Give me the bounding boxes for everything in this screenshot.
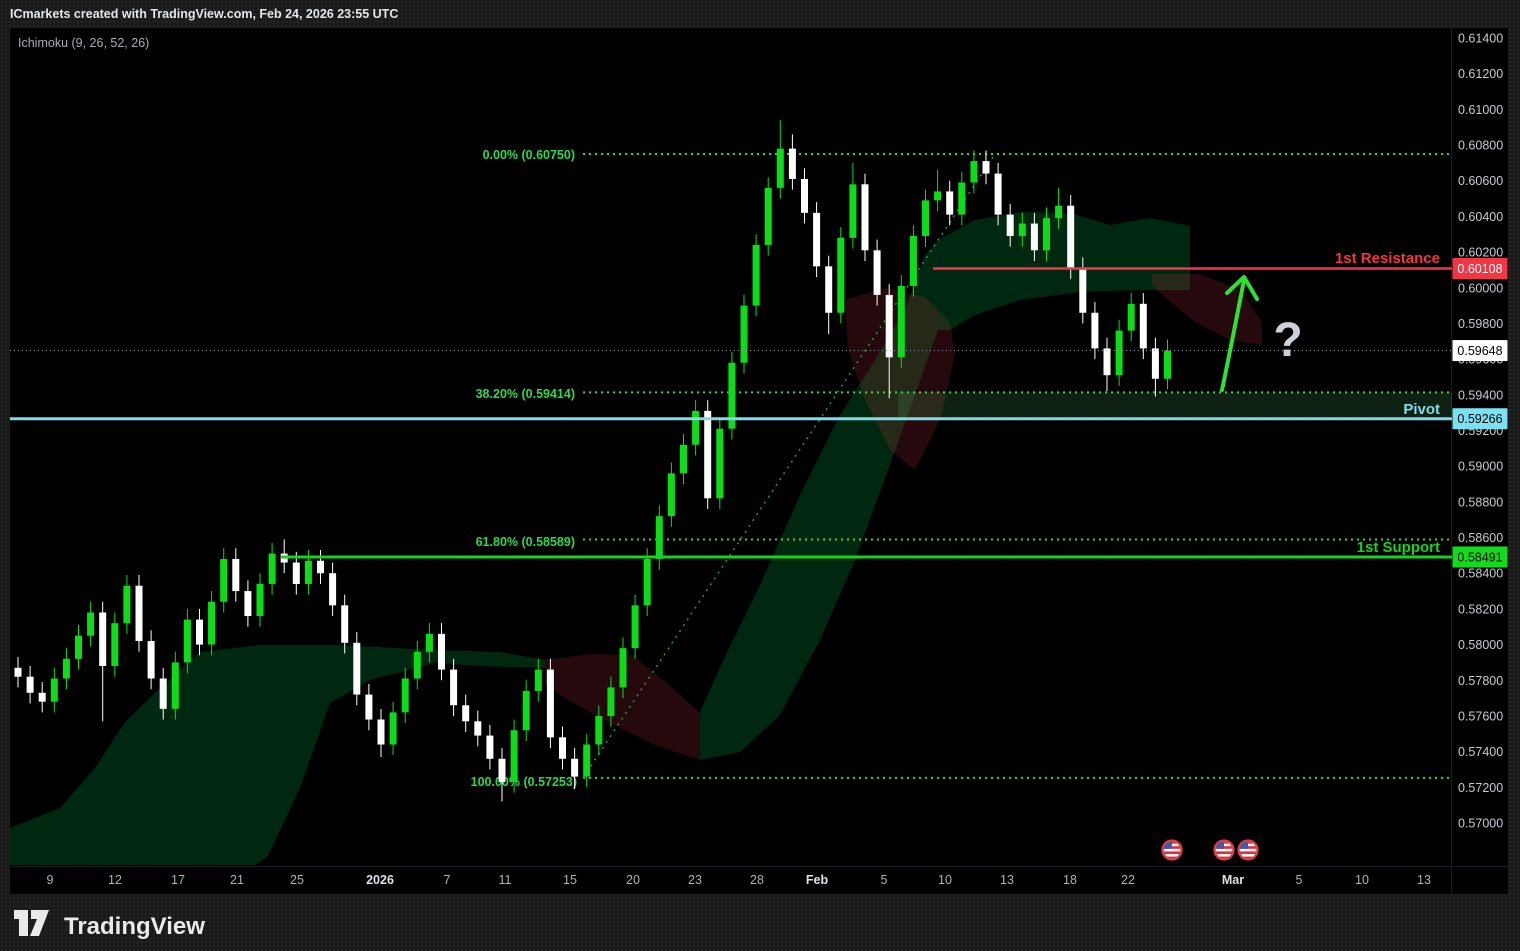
y-tick: 0.60200 (1458, 246, 1503, 260)
x-tick: 28 (750, 873, 764, 887)
tradingview-chart: ICmarkets created with TradingView.com, … (0, 0, 1520, 951)
logo-mark-1 (14, 910, 28, 936)
y-tick: 0.60600 (1458, 174, 1503, 188)
y-tick: 0.58600 (1458, 531, 1503, 545)
y-tick: 0.61000 (1458, 103, 1503, 117)
y-tick: 0.57000 (1458, 817, 1503, 831)
x-tick: 13 (1417, 873, 1431, 887)
x-tick: 18 (1063, 873, 1077, 887)
price-badge-value: 0.59266 (1457, 412, 1502, 426)
y-tick: 0.57800 (1458, 674, 1503, 688)
pivot-label[interactable]: Pivot (1403, 401, 1440, 418)
resistance-label[interactable]: 1st Resistance (1335, 250, 1440, 267)
y-tick: 0.61400 (1458, 32, 1503, 46)
y-tick: 0.58400 (1458, 567, 1503, 581)
x-tick: 7 (444, 873, 451, 887)
us-flag-event-icon[interactable] (1239, 841, 1258, 860)
logo-mark-7 (30, 910, 49, 936)
y-tick: 0.60400 (1458, 210, 1503, 224)
y-tick: 0.57200 (1458, 781, 1503, 795)
us-flag-event-icon[interactable] (1163, 841, 1182, 860)
x-tick: 13 (1000, 873, 1014, 887)
fib-label-0[interactable]: 0.00% (0.60750) (483, 148, 575, 162)
x-tick: Mar (1222, 873, 1244, 887)
x-tick: 25 (290, 873, 304, 887)
y-tick: 0.60000 (1458, 281, 1503, 295)
y-tick: 0.57400 (1458, 745, 1503, 759)
x-tick: 21 (230, 873, 244, 887)
y-tick: 0.57600 (1458, 709, 1503, 723)
fib-label-618[interactable]: 61.80% (0.58589) (476, 535, 575, 549)
y-tick: 0.59800 (1458, 317, 1503, 331)
x-tick: 20 (626, 873, 640, 887)
pivot-zone (898, 392, 1452, 418)
x-tick: 23 (688, 873, 702, 887)
us-flag-event-icon[interactable] (1215, 841, 1234, 860)
x-tick: 5 (881, 873, 888, 887)
y-tick: 0.59400 (1458, 388, 1503, 402)
y-tick: 0.60800 (1458, 139, 1503, 153)
x-tick: 12 (108, 873, 122, 887)
price-badge-value: 0.58491 (1457, 550, 1502, 564)
y-tick: 0.61200 (1458, 67, 1503, 81)
logo-text: TradingView (64, 913, 205, 940)
question-mark-drawing[interactable]: ? (1273, 314, 1302, 367)
x-tick: 17 (171, 873, 185, 887)
x-tick: 11 (499, 873, 512, 887)
fib-label-100[interactable]: 100.00% (0.57253) (471, 775, 577, 789)
price-badge-value: 0.59648 (1457, 344, 1502, 358)
x-tick: 9 (47, 873, 54, 887)
x-tick: 2026 (366, 873, 394, 887)
x-tick: Feb (806, 873, 829, 887)
indicator-label[interactable]: Ichimoku (9, 26, 52, 26) (18, 36, 149, 50)
y-tick: 0.58800 (1458, 495, 1503, 509)
x-tick: 5 (1296, 873, 1303, 887)
x-tick: 15 (563, 873, 577, 887)
y-tick: 0.59000 (1458, 460, 1503, 474)
x-tick: 22 (1121, 873, 1135, 887)
tradingview-logo[interactable]: TradingView (14, 910, 205, 940)
header-title: ICmarkets created with TradingView.com, … (10, 7, 398, 21)
y-tick: 0.58200 (1458, 602, 1503, 616)
y-tick: 0.58000 (1458, 638, 1503, 652)
fib-label-382[interactable]: 38.20% (0.59414) (476, 387, 575, 401)
x-tick: 10 (938, 873, 952, 887)
support-label[interactable]: 1st Support (1357, 539, 1440, 556)
price-badge-value: 0.60108 (1457, 262, 1502, 276)
x-tick: 10 (1355, 873, 1369, 887)
